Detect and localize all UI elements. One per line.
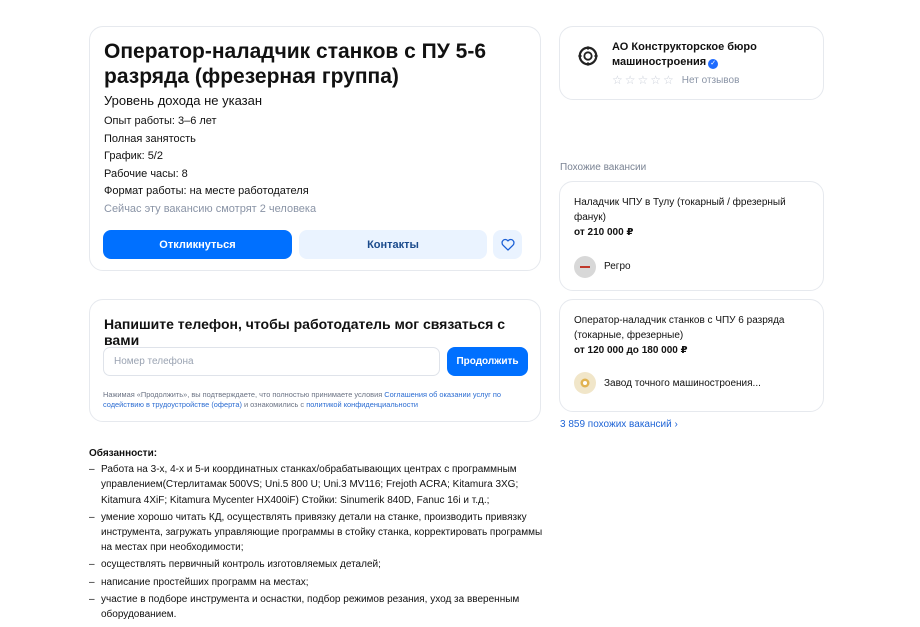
list-item: участие в подборе инструмента и оснастки…	[89, 592, 549, 622]
vacancy-description: Обязанности: Работа на 3-х, 4-х и 5-и ко…	[89, 446, 549, 624]
legal-prefix: Нажимая «Продолжить», вы подтверждаете, …	[103, 390, 385, 399]
similar-vacancy-card[interactable]: Оператор-наладчик станков с ЧПУ 6 разряд…	[559, 299, 824, 412]
similar-vacancy-salary: от 120 000 до 180 000 ₽	[574, 345, 688, 356]
star-icons: ☆☆☆☆☆	[612, 73, 676, 87]
gear-globe-icon	[578, 46, 598, 66]
contacts-button[interactable]: Контакты	[299, 230, 487, 259]
list-item: умение хорошо читать КД, осуществлять пр…	[89, 510, 549, 556]
similar-vacancy-title[interactable]: Наладчик ЧПУ в Тулу (токарный / фрезерны…	[574, 195, 814, 225]
work-format: Формат работы: на месте работодателя	[104, 185, 309, 198]
similar-vacancy-salary: от 210 000 ₽	[574, 227, 634, 238]
working-hours: Рабочие часы: 8	[104, 167, 188, 180]
similar-company-name: Регро	[604, 261, 631, 272]
favorite-button[interactable]	[493, 230, 522, 259]
employment-type: Полная занятость	[104, 132, 196, 145]
salary-info: Уровень дохода не указан	[104, 93, 263, 108]
respond-button[interactable]: Откликнуться	[103, 230, 292, 259]
vacancy-title: Оператор-наладчик станков с ПУ 5-6 разря…	[104, 40, 487, 88]
company-logo-icon	[580, 266, 590, 268]
company-name[interactable]: АО Конструкторское бюро машиностроения ✓	[612, 40, 812, 70]
legal-middle: и ознакомились с	[241, 400, 307, 409]
similar-vacancy-card[interactable]: Наладчик ЧПУ в Тулу (токарный / фрезерны…	[559, 181, 824, 291]
similar-heading: Похожие вакансии	[560, 162, 647, 173]
legal-notice: Нажимая «Продолжить», вы подтверждаете, …	[103, 390, 533, 410]
viewers-count: Сейчас эту вакансию смотрят 2 человека	[104, 202, 317, 215]
heart-icon	[500, 238, 515, 251]
reviews-count: Нет отзывов	[681, 74, 740, 86]
similar-vacancy-title[interactable]: Оператор-наладчик станков с ЧПУ 6 разряд…	[574, 313, 814, 343]
similar-count-label[interactable]: 3 859 похожих вакансий	[560, 419, 672, 430]
list-item: Работа на 3-х, 4-х и 5-и координатных ст…	[89, 462, 549, 508]
schedule: График: 5/2	[104, 150, 163, 163]
vacancy-card: Оператор-наладчик станков с ПУ 5-6 разря…	[89, 26, 541, 271]
phone-form-card: Напишите телефон, чтобы работодатель мог…	[89, 299, 541, 422]
similar-company-name: Завод точного машиностроения...	[604, 378, 761, 389]
company-card[interactable]: АО Конструкторское бюро машиностроения ✓ …	[559, 26, 824, 100]
chevron-right-icon: ›	[674, 419, 678, 430]
phone-input[interactable]	[103, 347, 440, 376]
company-logo-icon	[580, 378, 590, 388]
duties-title: Обязанности:	[89, 448, 158, 459]
company-name-text[interactable]: АО Конструкторское бюро машиностроения	[612, 41, 757, 68]
list-item: осуществлять первичный контроль изготовл…	[89, 557, 549, 572]
phone-form-title: Напишите телефон, чтобы работодатель мог…	[104, 316, 506, 348]
duties-list: Работа на 3-х, 4-х и 5-и координатных ст…	[89, 462, 549, 622]
similar-vacancies-link[interactable]: 3 859 похожих вакансий ›	[560, 419, 678, 430]
experience: Опыт работы: 3–6 лет	[104, 115, 217, 127]
company-logo	[574, 256, 596, 278]
privacy-link[interactable]: политикой конфиденциальности	[306, 400, 418, 409]
company-rating: ☆☆☆☆☆ Нет отзывов	[612, 73, 739, 87]
continue-button[interactable]: Продолжить	[447, 347, 528, 376]
list-item: написание простейших программ на местах;	[89, 575, 549, 590]
company-logo	[574, 372, 596, 394]
vacancy-facts: Опыт работы: 3–6 лет Полная занятость Гр…	[104, 113, 316, 219]
verified-icon: ✓	[708, 59, 719, 69]
